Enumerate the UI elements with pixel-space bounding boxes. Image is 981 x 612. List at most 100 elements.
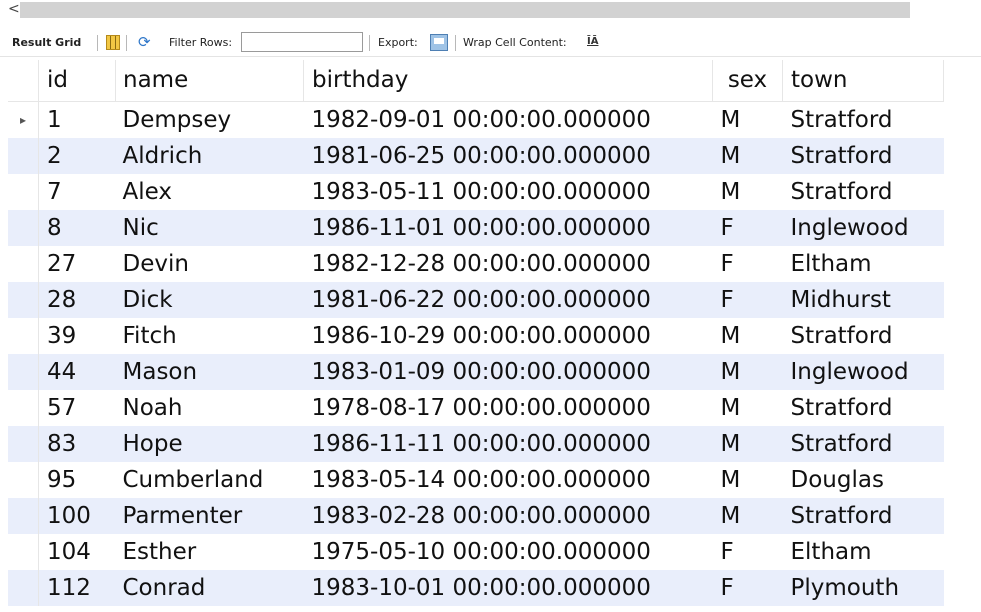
cell-name[interactable]: Dick	[115, 282, 304, 318]
export-icon[interactable]	[430, 34, 448, 51]
cell-birthday[interactable]: 1975-05-10 00:00:00.000000	[303, 534, 713, 570]
cell-town[interactable]: Inglewood	[782, 354, 944, 390]
cell-name[interactable]: Fitch	[115, 318, 304, 354]
table-row[interactable]: 100 Parmenter 1983-02-28 00:00:00.000000…	[8, 498, 944, 534]
cell-id[interactable]: 95	[38, 462, 116, 498]
table-row[interactable]: 104 Esther 1975-05-10 00:00:00.000000 F …	[8, 534, 944, 570]
cell-town[interactable]: Stratford	[782, 498, 944, 534]
scrollbar-thumb[interactable]	[20, 2, 910, 18]
result-grid-label[interactable]: Result Grid	[12, 35, 81, 51]
cell-town[interactable]: Stratford	[782, 390, 944, 426]
cell-birthday[interactable]: 1983-05-11 00:00:00.000000	[303, 174, 713, 210]
cell-sex[interactable]: M	[712, 174, 783, 210]
table-row[interactable]: 57 Noah 1978-08-17 00:00:00.000000 M Str…	[8, 390, 944, 426]
cell-name[interactable]: Esther	[115, 534, 304, 570]
cell-id[interactable]: 8	[38, 210, 116, 246]
cell-sex[interactable]: M	[712, 426, 783, 462]
cell-town[interactable]: Stratford	[782, 318, 944, 354]
table-row[interactable]: 28 Dick 1981-06-22 00:00:00.000000 F Mid…	[8, 282, 944, 318]
cell-birthday[interactable]: 1983-10-01 00:00:00.000000	[303, 570, 713, 606]
cell-id[interactable]: 112	[38, 570, 116, 606]
cell-id[interactable]: 44	[38, 354, 116, 390]
cell-birthday[interactable]: 1983-01-09 00:00:00.000000	[303, 354, 713, 390]
wrap-cell-content-icon[interactable]: ĪĀ	[587, 34, 598, 50]
cell-sex[interactable]: F	[712, 246, 783, 282]
table-row[interactable]: 39 Fitch 1986-10-29 00:00:00.000000 M St…	[8, 318, 944, 354]
cell-name[interactable]: Nic	[115, 210, 304, 246]
cell-id[interactable]: 1	[38, 101, 116, 138]
table-row[interactable]: 27 Devin 1982-12-28 00:00:00.000000 F El…	[8, 246, 944, 282]
cell-name[interactable]: Devin	[115, 246, 304, 282]
cell-sex[interactable]: M	[712, 462, 783, 498]
cell-town[interactable]: Stratford	[782, 138, 944, 174]
table-row[interactable]: 112 Conrad 1983-10-01 00:00:00.000000 F …	[8, 570, 944, 606]
cell-birthday[interactable]: 1982-12-28 00:00:00.000000	[303, 246, 713, 282]
filter-rows-input[interactable]	[241, 32, 363, 52]
cell-town[interactable]: Midhurst	[782, 282, 944, 318]
cell-name[interactable]: Cumberland	[115, 462, 304, 498]
cell-sex[interactable]: M	[712, 138, 783, 174]
cell-birthday[interactable]: 1981-06-22 00:00:00.000000	[303, 282, 713, 318]
cell-name[interactable]: Hope	[115, 426, 304, 462]
cell-id[interactable]: 28	[38, 282, 116, 318]
cell-birthday[interactable]: 1986-10-29 00:00:00.000000	[303, 318, 713, 354]
column-header-town[interactable]: town	[782, 60, 944, 102]
column-header-name[interactable]: name	[115, 60, 304, 102]
row-marker	[8, 462, 39, 498]
grid-view-icon[interactable]	[106, 35, 120, 50]
table-row[interactable]: 95 Cumberland 1983-05-14 00:00:00.000000…	[8, 462, 944, 498]
cell-town[interactable]: Stratford	[782, 101, 944, 138]
cell-id[interactable]: 100	[38, 498, 116, 534]
table-row[interactable]: 83 Hope 1986-11-11 00:00:00.000000 M Str…	[8, 426, 944, 462]
cell-town[interactable]: Eltham	[782, 246, 944, 282]
cell-sex[interactable]: F	[712, 570, 783, 606]
toolbar-divider	[455, 35, 456, 51]
cell-town[interactable]: Plymouth	[782, 570, 944, 606]
column-header-birthday[interactable]: birthday	[303, 60, 713, 102]
table-row[interactable]: 2 Aldrich 1981-06-25 00:00:00.000000 M S…	[8, 138, 944, 174]
column-header-sex[interactable]: sex	[712, 60, 783, 102]
cell-sex[interactable]: F	[712, 210, 783, 246]
cell-town[interactable]: Eltham	[782, 534, 944, 570]
cell-id[interactable]: 83	[38, 426, 116, 462]
cell-town[interactable]: Inglewood	[782, 210, 944, 246]
cell-name[interactable]: Alex	[115, 174, 304, 210]
cell-birthday[interactable]: 1978-08-17 00:00:00.000000	[303, 390, 713, 426]
cell-id[interactable]: 39	[38, 318, 116, 354]
cell-birthday[interactable]: 1986-11-11 00:00:00.000000	[303, 426, 713, 462]
cell-sex[interactable]: F	[712, 282, 783, 318]
cell-id[interactable]: 27	[38, 246, 116, 282]
cell-birthday[interactable]: 1982-09-01 00:00:00.000000	[303, 101, 713, 138]
cell-town[interactable]: Douglas	[782, 462, 944, 498]
cell-id[interactable]: 7	[38, 174, 116, 210]
scroll-left-arrow-icon[interactable]: <	[8, 0, 20, 18]
table-row[interactable]: 7 Alex 1983-05-11 00:00:00.000000 M Stra…	[8, 174, 944, 210]
cell-name[interactable]: Mason	[115, 354, 304, 390]
cell-id[interactable]: 57	[38, 390, 116, 426]
table-row[interactable]: 8 Nic 1986-11-01 00:00:00.000000 F Ingle…	[8, 210, 944, 246]
cell-birthday[interactable]: 1983-02-28 00:00:00.000000	[303, 498, 713, 534]
horizontal-scrollbar[interactable]: <	[0, 0, 981, 20]
refresh-icon[interactable]: ⟳	[138, 33, 151, 51]
cell-name[interactable]: Conrad	[115, 570, 304, 606]
cell-id[interactable]: 2	[38, 138, 116, 174]
cell-birthday[interactable]: 1986-11-01 00:00:00.000000	[303, 210, 713, 246]
cell-town[interactable]: Stratford	[782, 174, 944, 210]
cell-sex[interactable]: M	[712, 101, 783, 138]
cell-name[interactable]: Parmenter	[115, 498, 304, 534]
cell-sex[interactable]: M	[712, 390, 783, 426]
column-header-id[interactable]: id	[38, 60, 116, 102]
table-row[interactable]: 44 Mason 1983-01-09 00:00:00.000000 M In…	[8, 354, 944, 390]
cell-name[interactable]: Noah	[115, 390, 304, 426]
cell-town[interactable]: Stratford	[782, 426, 944, 462]
table-row[interactable]: ▸ 1 Dempsey 1982-09-01 00:00:00.000000 M…	[8, 101, 944, 138]
cell-sex[interactable]: F	[712, 534, 783, 570]
cell-sex[interactable]: M	[712, 354, 783, 390]
cell-sex[interactable]: M	[712, 318, 783, 354]
cell-name[interactable]: Aldrich	[115, 138, 304, 174]
cell-id[interactable]: 104	[38, 534, 116, 570]
cell-name[interactable]: Dempsey	[115, 101, 304, 138]
cell-sex[interactable]: M	[712, 498, 783, 534]
cell-birthday[interactable]: 1983-05-14 00:00:00.000000	[303, 462, 713, 498]
cell-birthday[interactable]: 1981-06-25 00:00:00.000000	[303, 138, 713, 174]
